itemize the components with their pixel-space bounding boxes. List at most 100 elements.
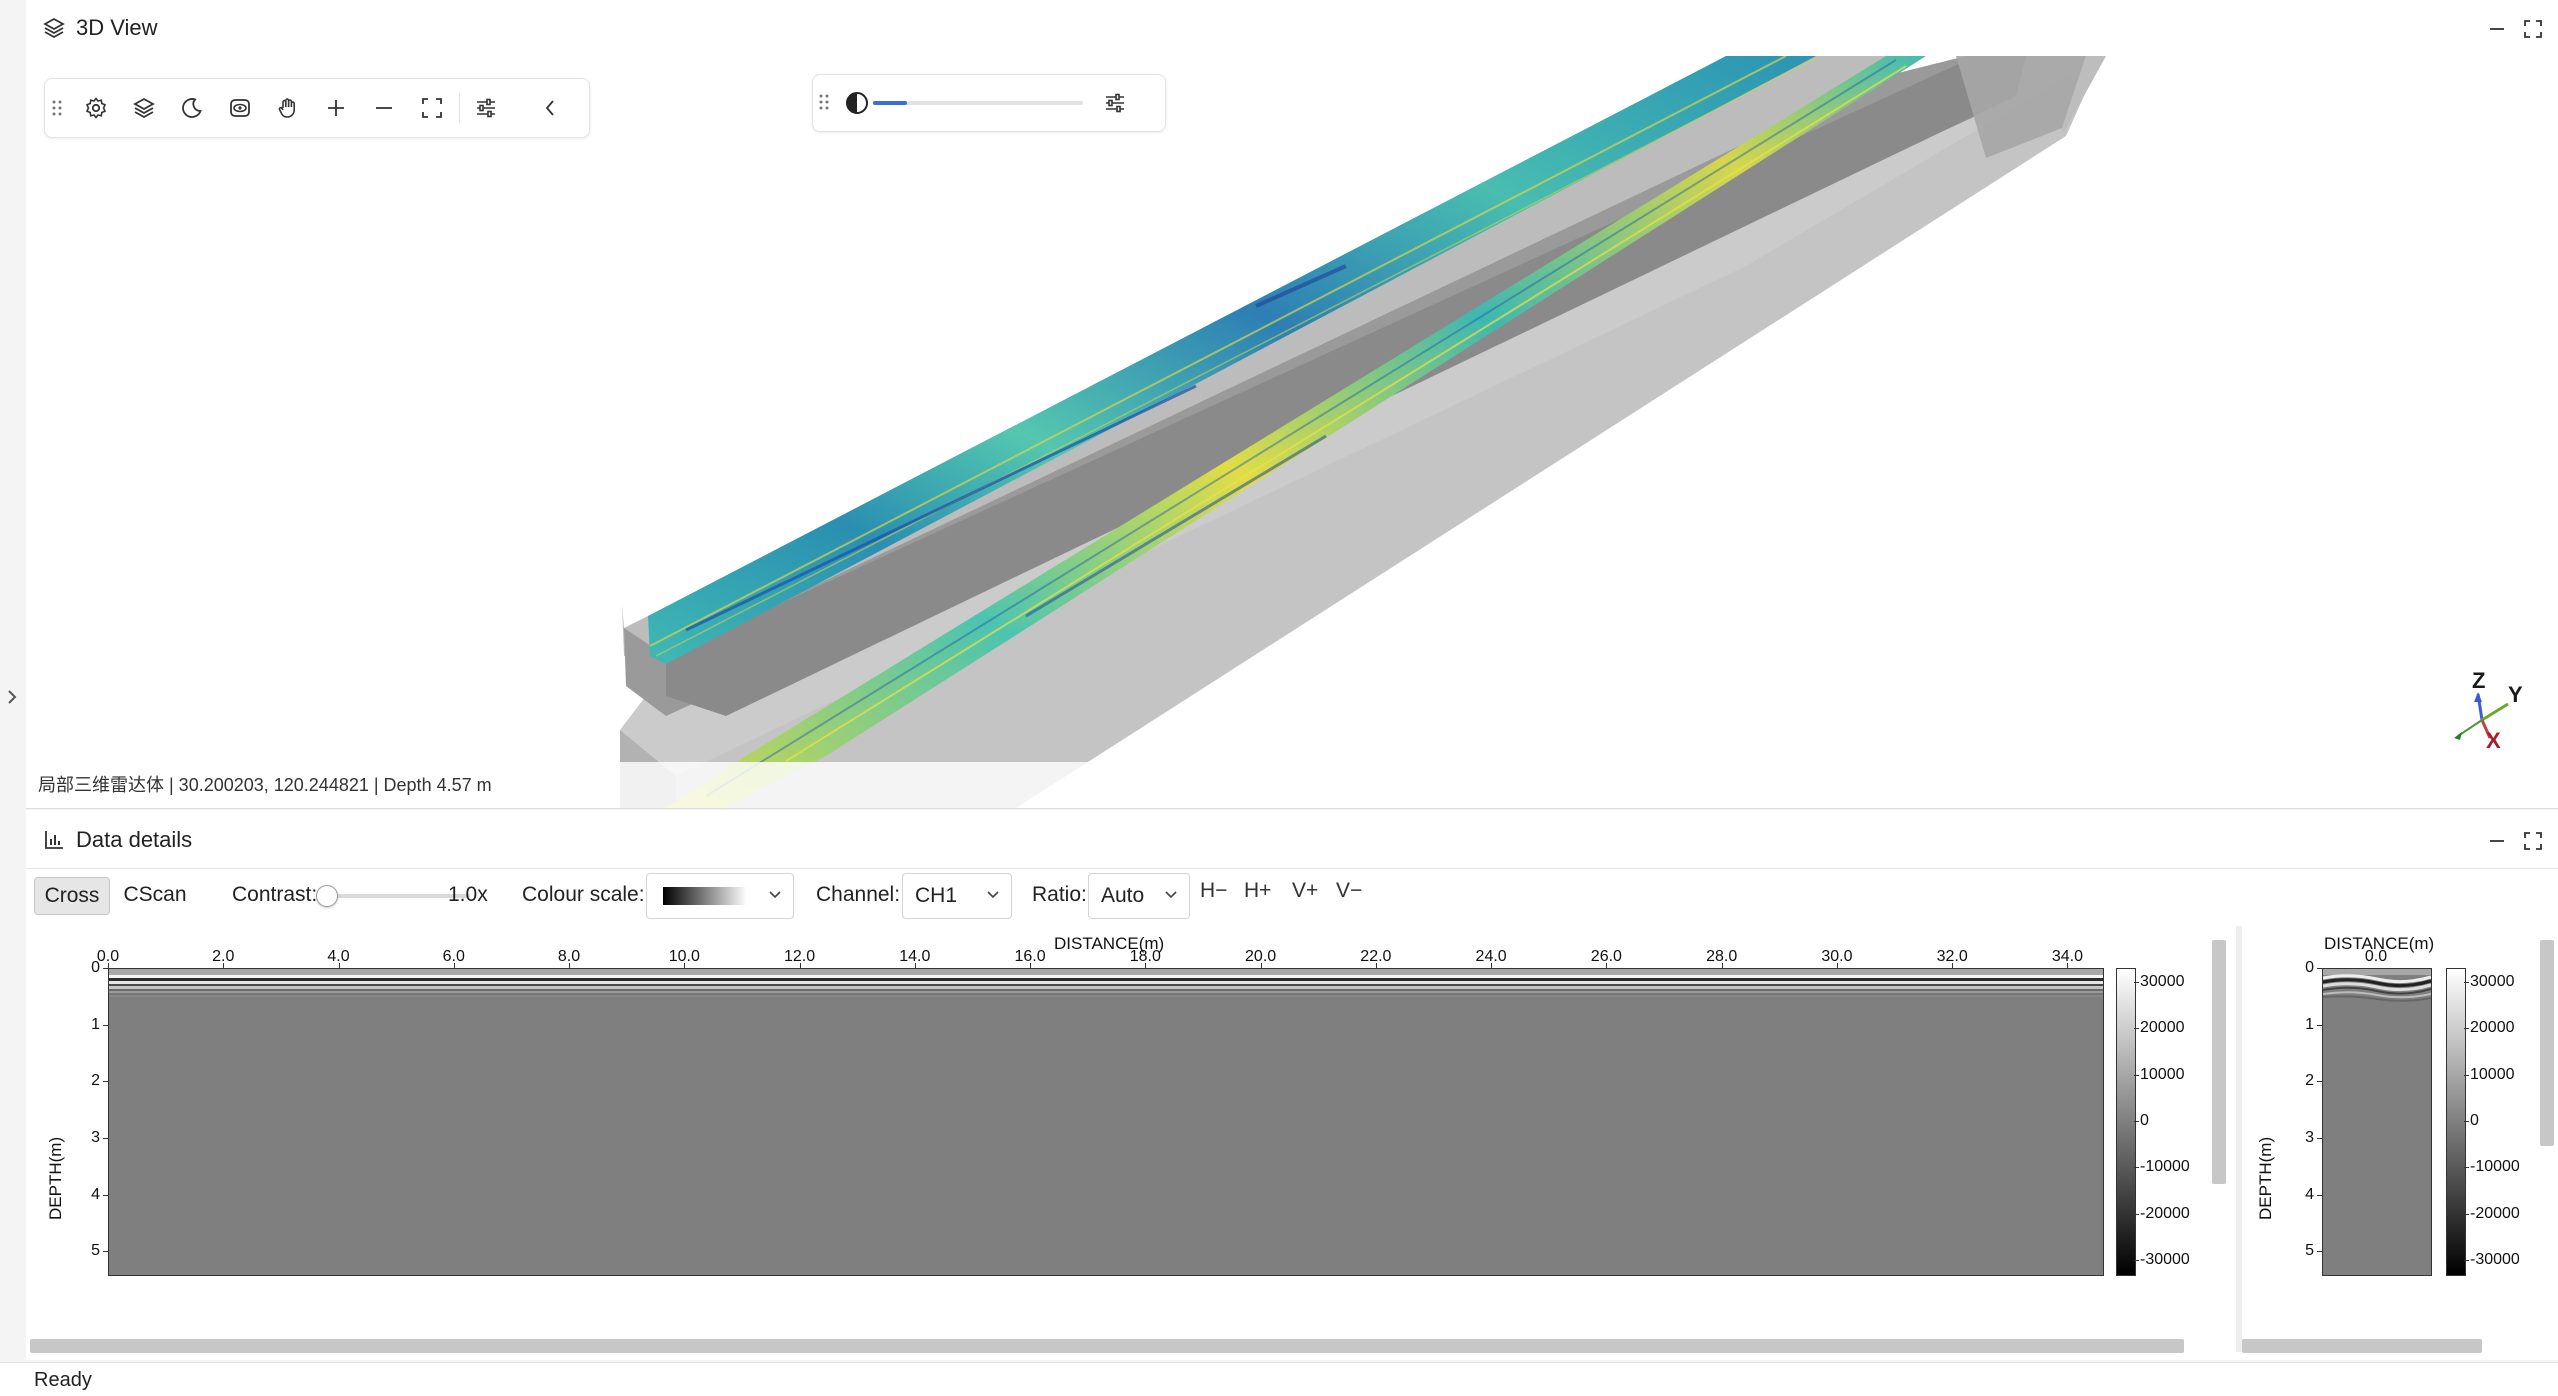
zoom-in-icon[interactable] [319, 91, 353, 125]
3d-status-text: 局部三维雷达体 | 30.200203, 120.244821 | Depth … [38, 775, 492, 795]
minimize-button[interactable] [2482, 826, 2512, 856]
vertical-scrollbar[interactable] [2540, 940, 2554, 1146]
contrast-label: Contrast: [232, 883, 318, 906]
3d-view-header: 3D View [26, 0, 2558, 57]
toolbar-divider [459, 93, 460, 123]
colorbar-tick-label: 30000 [2140, 972, 2185, 990]
y-tick-label: 0 [91, 959, 100, 976]
dark-mode-icon[interactable] [175, 91, 209, 125]
trace-chart[interactable]: DISTANCE(m) 0.0 DEPTH(m) 012345 30000 200… [2246, 926, 2558, 1350]
x-tick-label: 0.0 [2364, 948, 2388, 965]
colorbar [2116, 968, 2136, 1276]
colour-scale-select[interactable] [646, 873, 794, 919]
layers-icon [40, 14, 68, 42]
y-tick-label: 3 [91, 1129, 100, 1146]
h-plus-button[interactable]: H+ [1244, 878, 1271, 904]
data-controls-bar: Cross CScan Contrast: 1.0x Colour scale:… [26, 870, 2558, 920]
radar-volume-render [620, 56, 2106, 808]
fit-screen-icon[interactable] [415, 91, 449, 125]
cross-section-chart[interactable]: DISTANCE(m) DEPTH(m) 0.0 2.0 4.0 6.0 8.0 10.0… [26, 926, 2236, 1350]
axis-y-label: Y [2508, 682, 2523, 707]
colorbar-tick-label: 10000 [2140, 1065, 2185, 1083]
colorbar-tick-label: -30000 [2470, 1251, 2520, 1269]
maximize-button[interactable] [2518, 826, 2548, 856]
settings-icon[interactable] [79, 91, 113, 125]
drag-handle-icon[interactable] [819, 93, 831, 113]
contrast-icon [845, 91, 869, 115]
colorbar-tick-mark [2134, 1121, 2139, 1122]
y-axis-title: DEPTH(m) [2256, 1136, 2275, 1220]
collapse-icon[interactable] [533, 91, 567, 125]
y-axis-title: DEPTH(m) [46, 1136, 65, 1220]
view-toolbar [44, 78, 590, 138]
vertical-scrollbar[interactable] [2212, 940, 2226, 1184]
axis-x-label: X [2486, 728, 2501, 753]
opacity-slider-track[interactable] [873, 101, 1083, 105]
channel-select[interactable]: CH1 [902, 873, 1012, 919]
y-tick-label: 3 [2305, 1129, 2314, 1146]
axis-z-label: Z [2472, 668, 2485, 693]
ratio-value: Auto [1101, 884, 1145, 907]
adjust-icon[interactable] [1103, 91, 1129, 117]
y-tick-label: 2 [91, 1072, 100, 1090]
y-tick-label: 4 [91, 1185, 100, 1203]
horizontal-scrollbar[interactable] [2242, 1339, 2482, 1353]
colorbar-tick-label: -30000 [2140, 1251, 2190, 1269]
view-icon[interactable] [223, 91, 257, 125]
tab-cross[interactable]: Cross [34, 877, 110, 915]
colorbar-tick-label: 20000 [2140, 1019, 2185, 1037]
y-tick-label: 5 [91, 1242, 100, 1260]
chevron-down-icon [1163, 887, 1179, 903]
3d-status-overlay: 局部三维雷达体 | 30.200203, 120.244821 | Depth … [26, 762, 1126, 808]
y-tick-label: 2 [2305, 1072, 2314, 1090]
maximize-button[interactable] [2518, 14, 2548, 44]
colorbar-tick-mark [2134, 1074, 2139, 1076]
axis-gizmo[interactable]: Z Y X [2430, 664, 2530, 764]
data-details-header: Data details [26, 810, 2558, 869]
layers-icon[interactable] [127, 91, 161, 125]
y-tick-label: 1 [2305, 1015, 2314, 1033]
status-text: Ready [34, 1369, 92, 1391]
v-plus-button[interactable]: V+ [1292, 878, 1318, 904]
adjust-icon[interactable] [469, 91, 503, 125]
colorbar-tick-label: -10000 [2470, 1158, 2520, 1176]
colour-scale-swatch [663, 887, 747, 905]
3d-viewport[interactable]: 局部三维雷达体 | 30.200203, 120.244821 | Depth … [26, 56, 2558, 808]
colorbar-tick-mark [2464, 1074, 2469, 1076]
ratio-label: Ratio: [1032, 883, 1087, 906]
y-tick-label: 5 [2305, 1242, 2314, 1260]
minimize-button[interactable] [2482, 14, 2512, 44]
colorbar-tick-mark [2134, 1028, 2139, 1030]
colorbar-tick-label: -20000 [2470, 1204, 2520, 1222]
chevron-down-icon [767, 887, 783, 903]
drag-handle-icon[interactable] [47, 91, 67, 125]
pan-hand-icon[interactable] [271, 91, 305, 125]
3d-view-panel: 3D View 局部三维雷达体 | 30.200203, 120.244821 … [26, 0, 2558, 809]
colorbar [2446, 968, 2466, 1276]
colorbar-tick-mark [2464, 981, 2469, 983]
colorbar-tick-mark [2134, 1167, 2139, 1169]
y-tick-label: 4 [2305, 1185, 2314, 1203]
radargram-image[interactable] [108, 968, 2104, 1276]
chevron-down-icon [985, 887, 1001, 903]
chart-splitter[interactable] [2236, 926, 2242, 1352]
opacity-slider-fill [873, 101, 907, 105]
v-minus-button[interactable]: V− [1336, 878, 1362, 904]
colorbar-tick-label: 0 [2140, 1112, 2149, 1129]
panel-title: 3D View [76, 15, 158, 40]
trace-image[interactable] [2322, 968, 2432, 1276]
bar-chart-icon [40, 826, 68, 854]
contrast-value: 1.0x [448, 883, 488, 906]
colorbar-tick-label: 20000 [2470, 1019, 2515, 1037]
horizontal-scrollbar[interactable] [30, 1339, 2184, 1353]
h-minus-button[interactable]: H− [1200, 878, 1227, 904]
colour-scale-label: Colour scale: [522, 883, 645, 906]
contrast-slider-thumb[interactable] [316, 885, 338, 907]
colorbar-tick-mark [2464, 1213, 2469, 1215]
colorbar-tick-label: 30000 [2470, 972, 2515, 990]
zoom-out-icon[interactable] [367, 91, 401, 125]
tab-cscan[interactable]: CScan [120, 877, 190, 913]
ratio-select[interactable]: Auto [1088, 873, 1190, 919]
expand-sidebar-chevron-icon[interactable] [2, 684, 22, 710]
colorbar-tick-mark [2464, 1167, 2469, 1169]
